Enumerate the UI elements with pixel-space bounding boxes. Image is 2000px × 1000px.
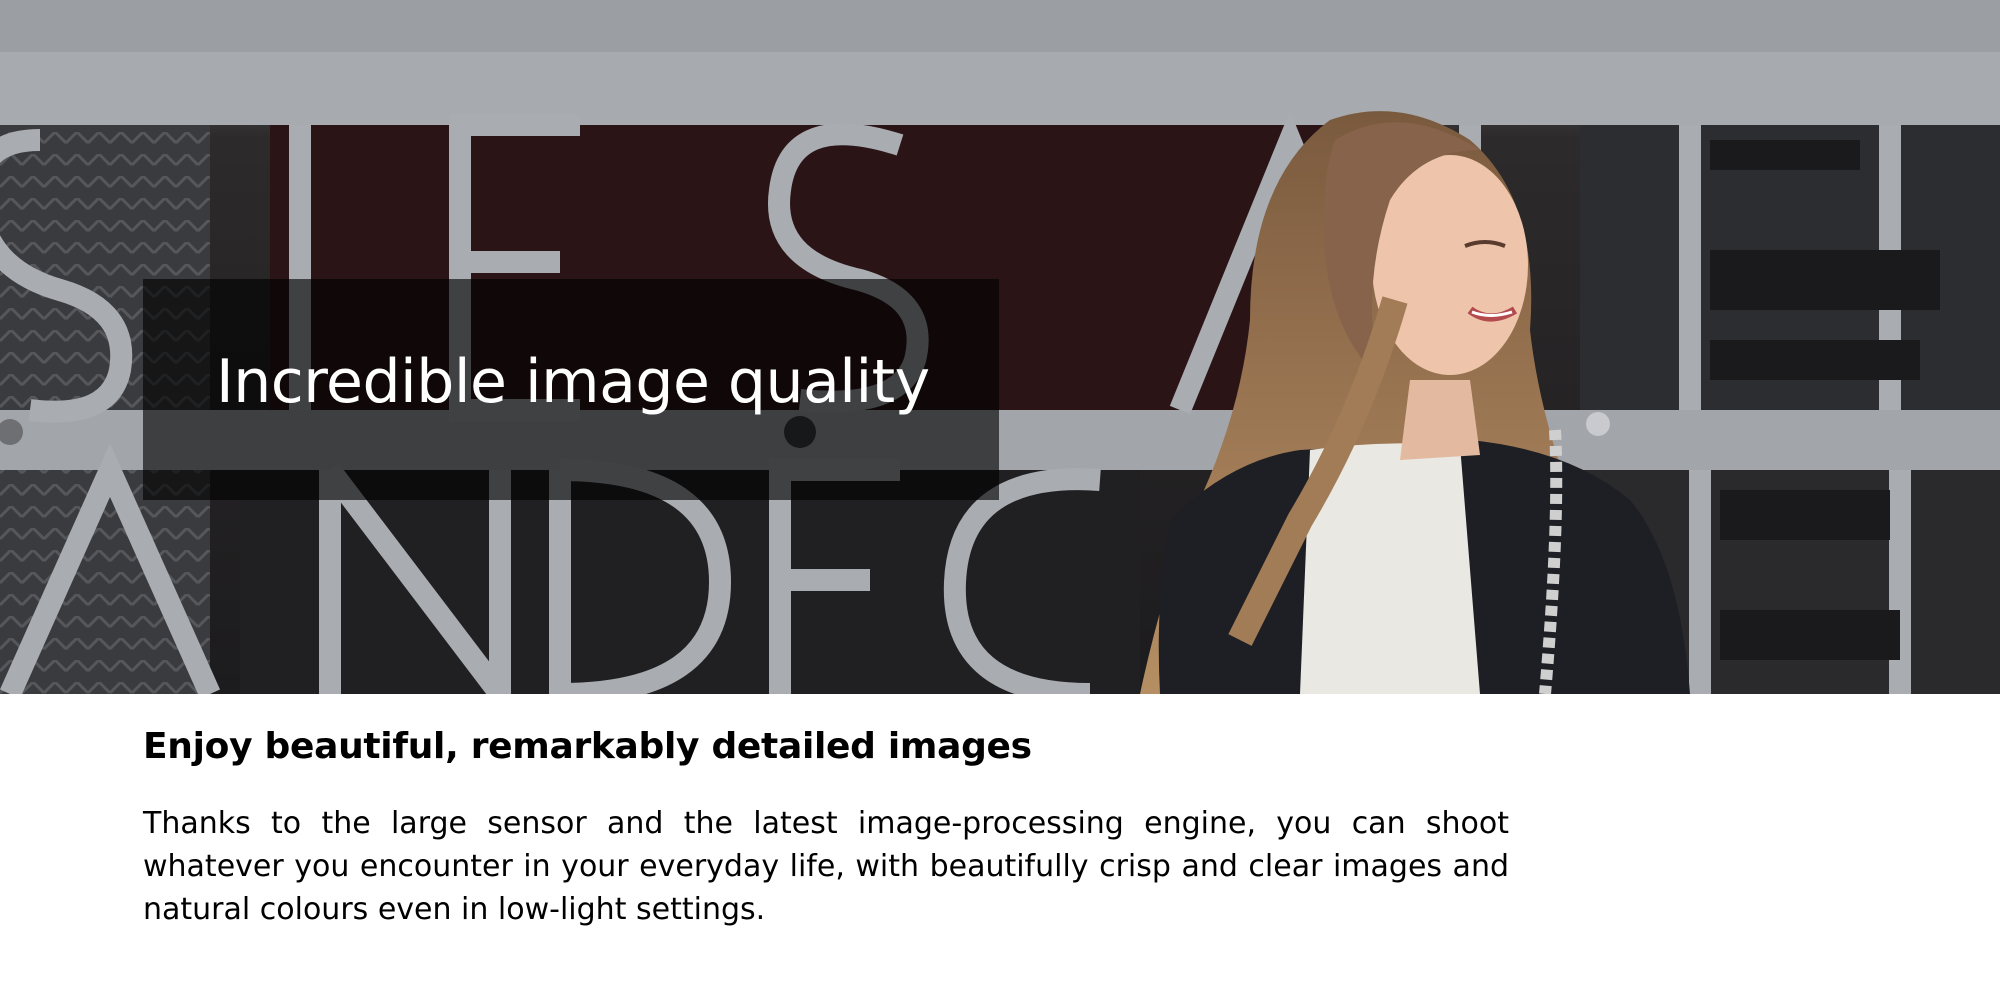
feature-section: Enjoy beautiful, remarkably detailed ima…	[143, 722, 1509, 931]
feature-subheading: Enjoy beautiful, remarkably detailed ima…	[143, 726, 1032, 767]
hero-headline: Incredible image quality	[216, 347, 930, 417]
feature-description: Thanks to the large sensor and the lates…	[143, 806, 1509, 927]
